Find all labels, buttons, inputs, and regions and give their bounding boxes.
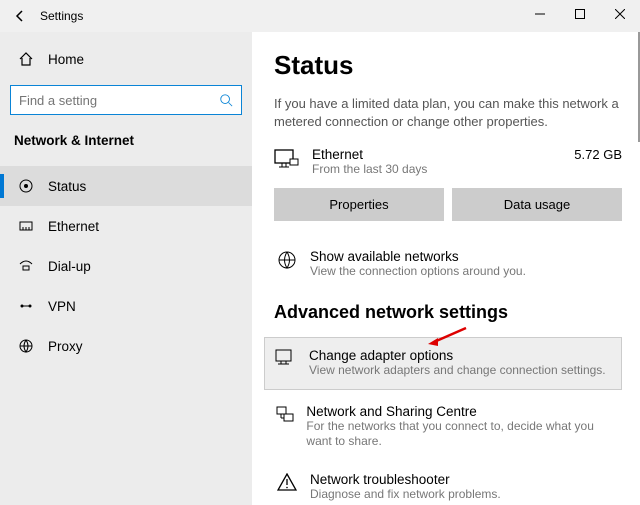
sidebar-item-dialup[interactable]: Dial-up [0,246,252,286]
minimize-button[interactable] [520,0,560,28]
network-sub: From the last 30 days [312,162,574,176]
troubleshooter-row[interactable]: Network troubleshooter Diagnose and fix … [274,472,622,503]
warning-icon [274,472,300,491]
scrollbar[interactable] [636,32,640,505]
home-label: Home [48,52,84,67]
sidebar-item-status[interactable]: Status [0,166,252,206]
sharing-icon [274,404,296,425]
sidebar-item-vpn[interactable]: VPN [0,286,252,326]
sharing-title: Network and Sharing Centre [306,404,622,419]
close-button[interactable] [600,0,640,28]
adapter-icon [273,348,299,367]
sidebar-item-proxy[interactable]: Proxy [0,326,252,366]
sharing-sub: For the networks that you connect to, de… [306,419,622,450]
sharing-centre-row[interactable]: Network and Sharing Centre For the netwo… [274,404,622,450]
vpn-icon [18,298,34,314]
ethernet-icon [18,218,34,234]
network-name: Ethernet [312,147,574,162]
adapter-title: Change adapter options [309,348,606,363]
trouble-sub: Diagnose and fix network problems. [310,487,501,503]
trouble-title: Network troubleshooter [310,472,501,487]
monitor-icon [274,147,302,171]
home-icon [18,51,34,67]
titlebar: Settings [0,0,640,32]
home-nav[interactable]: Home [10,45,242,73]
search-input[interactable] [19,93,219,108]
show-networks-sub: View the connection options around you. [310,264,526,280]
category-heading: Network & Internet [10,133,242,148]
window-title: Settings [40,9,83,23]
sidebar-item-label: Status [48,179,86,194]
adapter-sub: View network adapters and change connect… [309,363,606,379]
page-description: If you have a limited data plan, you can… [274,95,622,131]
sidebar-item-label: Ethernet [48,219,99,234]
network-row: Ethernet From the last 30 days 5.72 GB [274,147,622,176]
status-icon [18,178,34,194]
search-box[interactable] [10,85,242,115]
sidebar: Home Network & Internet Status Ethernet … [0,32,252,505]
globe-icon [274,249,300,270]
properties-button[interactable]: Properties [274,188,444,221]
show-networks-row[interactable]: Show available networks View the connect… [274,249,622,280]
sidebar-item-label: VPN [48,299,76,314]
proxy-icon [18,338,34,354]
change-adapter-row[interactable]: Change adapter options View network adap… [264,337,622,390]
dialup-icon [18,258,34,274]
sidebar-item-ethernet[interactable]: Ethernet [0,206,252,246]
show-networks-title: Show available networks [310,249,526,264]
page-title: Status [274,50,622,81]
sidebar-item-label: Proxy [48,339,83,354]
advanced-heading: Advanced network settings [274,302,622,323]
back-button[interactable] [8,4,32,28]
sidebar-item-label: Dial-up [48,259,91,274]
main-panel: Status If you have a limited data plan, … [252,32,640,505]
search-icon [219,93,233,107]
maximize-button[interactable] [560,0,600,28]
network-usage: 5.72 GB [574,147,622,162]
data-usage-button[interactable]: Data usage [452,188,622,221]
